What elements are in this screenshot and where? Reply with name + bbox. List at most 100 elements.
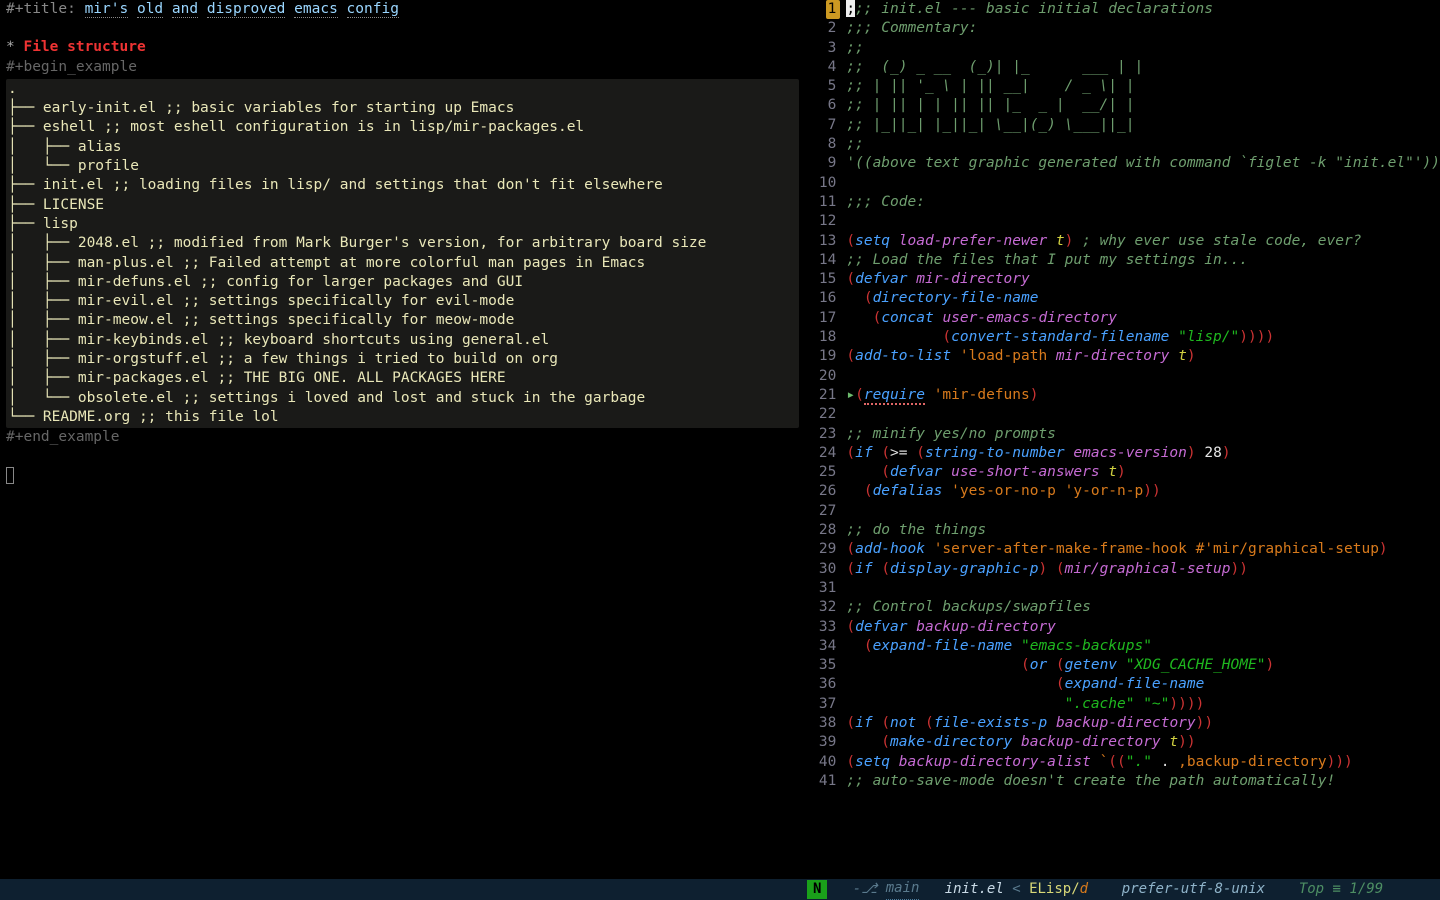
line-number: 14 xyxy=(815,251,836,270)
line-number: 32 xyxy=(815,598,836,617)
code-line[interactable]: (if (not (file-exists-p backup-directory… xyxy=(846,714,1440,733)
example-block: .├── early-init.el ;; basic variables fo… xyxy=(6,79,799,428)
title-word: emacs xyxy=(294,1,338,18)
code-line[interactable] xyxy=(846,405,1440,424)
line-number: 6 xyxy=(815,96,836,115)
code-line[interactable]: ;; | || | | || || |_ _ | __/| | xyxy=(846,96,1440,115)
code-line[interactable]: (expand-file-name "emacs-backups" xyxy=(846,637,1440,656)
major-mode-b: d xyxy=(1080,880,1088,899)
title-word: and xyxy=(172,1,198,18)
line-number: 29 xyxy=(815,540,836,559)
code-line[interactable]: (setq backup-directory-alist `(("." . ,b… xyxy=(846,753,1440,772)
line-number: 16 xyxy=(815,289,836,308)
tree-line: │ ├── mir-defuns.el ;; config for larger… xyxy=(8,273,797,292)
line-number: 18 xyxy=(815,328,836,347)
line-number-gutter: 1234567891011121314151617181920212223242… xyxy=(815,0,844,879)
tree-line: │ ├── mir-evil.el ;; settings specifical… xyxy=(8,292,797,311)
code-line[interactable]: ;; auto-save-mode doesn't create the pat… xyxy=(846,772,1440,791)
code-line[interactable]: (if (display-graphic-p) (mir/graphical-s… xyxy=(846,560,1440,579)
line-number: 31 xyxy=(815,579,836,598)
tree-line: ├── lisp xyxy=(8,215,797,234)
line-number: 26 xyxy=(815,482,836,501)
heading-star: * xyxy=(6,39,23,55)
code-line[interactable]: ;; (_) _ __ (_)| |_ ___ | | xyxy=(846,58,1440,77)
code-line[interactable] xyxy=(846,502,1440,521)
position-value: 1/99 xyxy=(1349,880,1383,899)
line-number: 15 xyxy=(815,270,836,289)
tree-line: ├── init.el ;; loading files in lisp/ an… xyxy=(8,176,797,195)
title-word: config xyxy=(347,1,399,18)
line-number: 8 xyxy=(815,135,836,154)
heading-text: File structure xyxy=(23,39,145,55)
code-line[interactable]: (expand-file-name xyxy=(846,675,1440,694)
left-buffer[interactable]: #+title: mir's old and disproved emacs c… xyxy=(0,0,815,879)
code-line[interactable] xyxy=(846,367,1440,386)
tree-line: │ └── obsolete.el ;; settings i loved an… xyxy=(8,389,797,408)
tree-line: │ ├── man-plus.el ;; Failed attempt at m… xyxy=(8,254,797,273)
code-line[interactable]: ;; xyxy=(846,39,1440,58)
code-line[interactable]: ▸(require 'mir-defuns) xyxy=(846,386,1440,405)
position-label: Top xyxy=(1299,880,1324,899)
begin-example: #+begin_example xyxy=(6,58,815,77)
code-line[interactable]: (concat user-emacs-directory xyxy=(846,309,1440,328)
line-number: 39 xyxy=(815,733,836,752)
right-buffer[interactable]: 1234567891011121314151617181920212223242… xyxy=(815,0,1440,879)
code-line[interactable]: (add-hook 'server-after-make-frame-hook … xyxy=(846,540,1440,559)
code-line[interactable]: ;; | || '_ \ | || __| / _ \| | xyxy=(846,77,1440,96)
line-number: 10 xyxy=(815,174,836,193)
code-line[interactable]: ".cache" "~")))) xyxy=(846,695,1440,714)
line-number: 9 xyxy=(815,154,836,173)
code-line[interactable] xyxy=(846,174,1440,193)
mode-line: N -⎇ main init.el < ELisp/d prefer-utf-8… xyxy=(0,879,1440,900)
code-line[interactable]: ;; Load the files that I put my settings… xyxy=(846,251,1440,270)
code-line[interactable]: (defvar use-short-answers t) xyxy=(846,463,1440,482)
code-line[interactable]: '((above text graphic generated with com… xyxy=(846,154,1440,173)
line-number: 27 xyxy=(815,502,836,521)
code-line[interactable]: ;;; Code: xyxy=(846,193,1440,212)
line-number: 36 xyxy=(815,675,836,694)
line-number: 28 xyxy=(815,521,836,540)
code-line[interactable]: (directory-file-name xyxy=(846,289,1440,308)
tree-line: │ ├── mir-meow.el ;; settings specifical… xyxy=(8,311,797,330)
code-line[interactable]: ;;; Commentary: xyxy=(846,19,1440,38)
tree-line: └── README.org ;; this file lol xyxy=(8,408,797,427)
line-number: 17 xyxy=(815,309,836,328)
title-word: disproved xyxy=(207,1,286,18)
code-line[interactable]: (if (>= (string-to-number emacs-version)… xyxy=(846,444,1440,463)
code-line[interactable]: ;; xyxy=(846,135,1440,154)
code-line[interactable]: (defvar mir-directory xyxy=(846,270,1440,289)
tree-line: │ └── profile xyxy=(8,157,797,176)
code-line[interactable] xyxy=(846,212,1440,231)
code-line[interactable]: ;; Control backups/swapfiles xyxy=(846,598,1440,617)
cursor: ; xyxy=(846,0,855,17)
major-mode-a[interactable]: ELisp/ xyxy=(1029,880,1080,899)
line-number: 20 xyxy=(815,367,836,386)
code-line[interactable]: ;; do the things xyxy=(846,521,1440,540)
line-number: 25 xyxy=(815,463,836,482)
code-line[interactable]: (add-to-list 'load-path mir-directory t) xyxy=(846,347,1440,366)
line-number: 38 xyxy=(815,714,836,733)
code-line[interactable]: (make-directory backup-directory t)) xyxy=(846,733,1440,752)
vc-branch: main xyxy=(886,879,920,899)
code-line[interactable]: (defalias 'yes-or-no-p 'y-or-n-p)) xyxy=(846,482,1440,501)
line-number: 24 xyxy=(815,444,836,463)
code-line[interactable]: ;; |_||_| |_||_| \__|(_) \___||_| xyxy=(846,116,1440,135)
code-line[interactable]: (setq load-prefer-newer t) ; why ever us… xyxy=(846,232,1440,251)
tree-line: │ ├── alias xyxy=(8,138,797,157)
tree-line: │ ├── mir-keybinds.el ;; keyboard shortc… xyxy=(8,331,797,350)
code-line[interactable]: (convert-standard-filename "lisp/")))) xyxy=(846,328,1440,347)
heading-line: * File structure xyxy=(6,38,815,57)
position-sep: ≡ xyxy=(1324,880,1349,899)
code-line[interactable]: ;;; init.el --- basic initial declaratio… xyxy=(846,0,1440,19)
evil-indicator: N xyxy=(807,880,827,899)
code-line[interactable] xyxy=(846,579,1440,598)
line-number: 19 xyxy=(815,347,836,366)
code-line[interactable]: (or (getenv "XDG_CACHE_HOME") xyxy=(846,656,1440,675)
code-area[interactable]: ;;; init.el --- basic initial declaratio… xyxy=(844,0,1440,879)
buffer-name[interactable]: init.el xyxy=(945,880,1004,899)
code-line[interactable]: (defvar backup-directory xyxy=(846,618,1440,637)
line-number: 22 xyxy=(815,405,836,424)
vc-branch-icon: -⎇ xyxy=(853,880,886,899)
title-prefix: #+title: xyxy=(6,1,85,17)
code-line[interactable]: ;; minify yes/no prompts xyxy=(846,425,1440,444)
